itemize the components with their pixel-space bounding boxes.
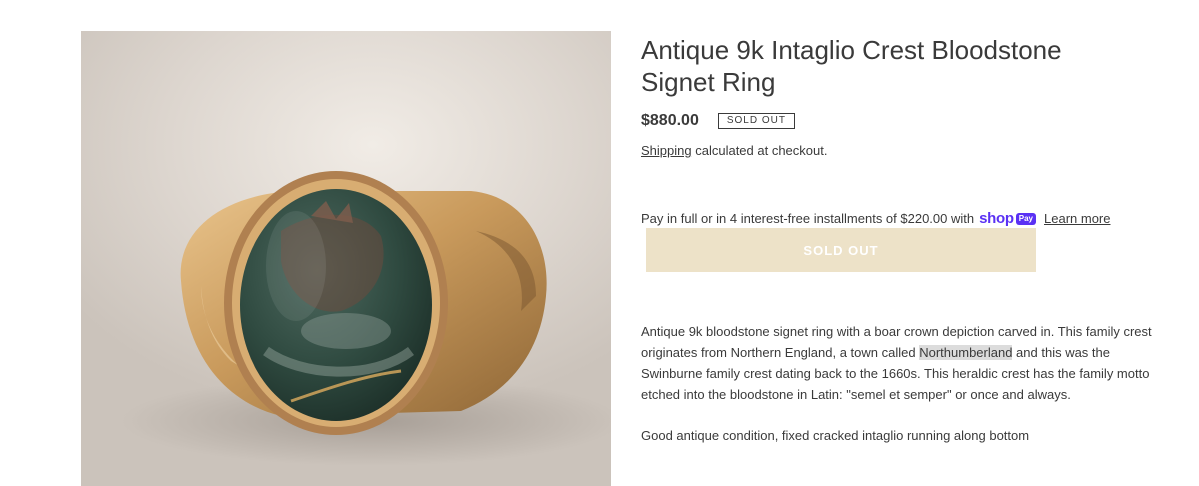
shop-word: shop	[979, 210, 1014, 227]
pay-pill: Pay	[1015, 212, 1036, 225]
product-description: Antique 9k bloodstone signet ring with a…	[641, 321, 1161, 446]
product-photo[interactable]	[81, 31, 611, 486]
ring-image	[121, 171, 611, 466]
price-row: $880.00 SOLD OUT	[641, 112, 795, 130]
installments-text: Pay in full or in 4 interest-free instal…	[641, 211, 975, 226]
shipping-text: calculated at checkout.	[691, 143, 828, 158]
product-info: Antique 9k Intaglio Crest Bloodstone Sig…	[641, 34, 1161, 443]
product-price: $880.00	[641, 112, 699, 129]
shipping-link[interactable]: Shipping	[641, 143, 692, 158]
shipping-note: Shipping calculated at checkout.	[641, 143, 827, 158]
sold-out-button[interactable]: SOLD OUT	[646, 228, 1036, 272]
sold-out-badge: SOLD OUT	[717, 113, 795, 129]
condition-paragraph: Good antique condition, fixed cracked in…	[641, 428, 1030, 443]
installments-message: Pay in full or in 4 interest-free instal…	[641, 210, 1110, 227]
shop-pay-logo: shop Pay	[979, 210, 1036, 227]
product-title: Antique 9k Intaglio Crest Bloodstone Sig…	[641, 35, 1062, 97]
highlighted-text: Northumberland	[919, 345, 1013, 360]
description-paragraph: Antique 9k bloodstone signet ring with a…	[641, 321, 1161, 405]
learn-more-link[interactable]: Learn more	[1044, 211, 1110, 226]
